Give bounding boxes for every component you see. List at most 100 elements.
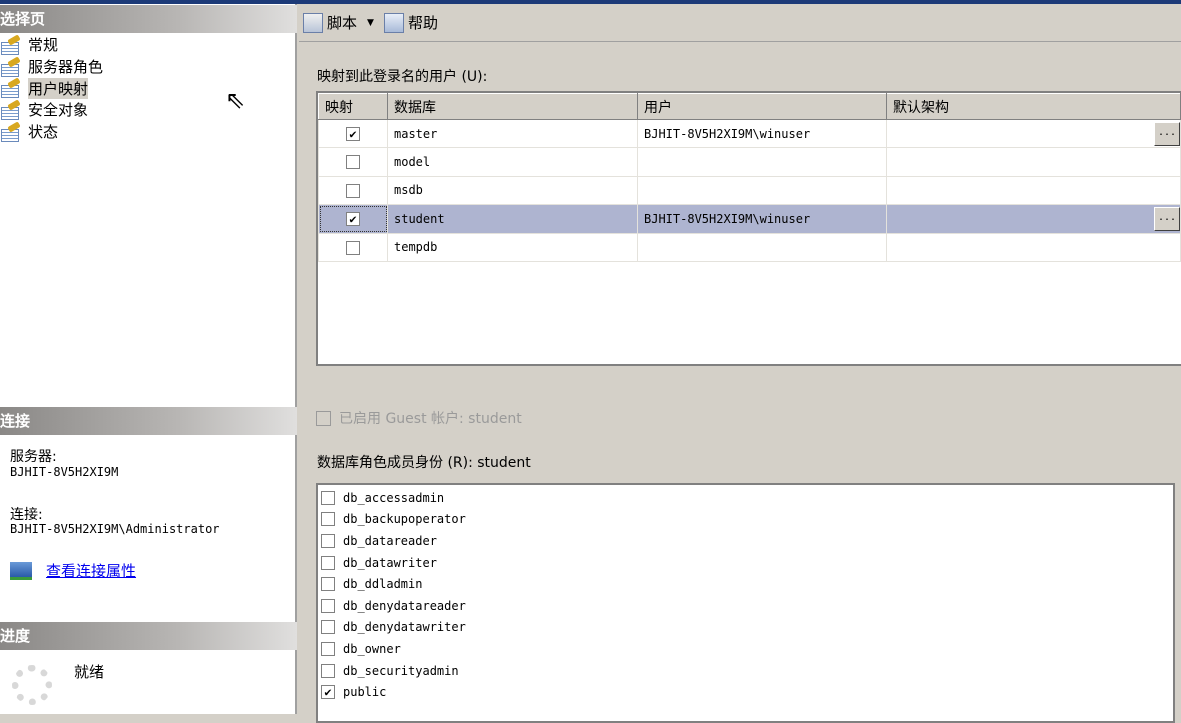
role-name: db_datawriter xyxy=(343,555,437,570)
server-label: 服务器: xyxy=(10,449,57,465)
nav-item-user-mapping[interactable]: 用户映射 xyxy=(0,77,103,99)
help-icon xyxy=(383,12,404,33)
left-panel: 选择页 常规 服务器角色 用户映射 安全对象 状态 ⇖ 连接 服务器: BJHI… xyxy=(0,4,297,714)
nav-item-status[interactable]: 状态 xyxy=(0,121,103,143)
role-name: public xyxy=(343,685,387,700)
table-row[interactable]: tempdb xyxy=(318,232,1181,262)
schema-cell[interactable]: ... xyxy=(886,118,1181,149)
main-panel: 脚本 ▼ 帮助 映射到此登录名的用户 (U): 映射 数据库 用户 默认架构 ✔… xyxy=(299,4,1181,723)
map-checkbox[interactable] xyxy=(346,240,360,255)
page-icon xyxy=(0,79,22,99)
user-cell[interactable]: BJHIT-8V5H2XI9M\winuser xyxy=(637,204,887,234)
browse-schema-button[interactable]: ... xyxy=(1154,207,1180,232)
role-checkbox[interactable] xyxy=(321,620,335,635)
role-item[interactable]: db_securityadmin xyxy=(321,660,1173,682)
connection-value: BJHIT-8V5H2XI9M\Administrator xyxy=(10,522,220,536)
table-row[interactable]: model xyxy=(318,147,1181,177)
role-checkbox[interactable] xyxy=(321,555,335,570)
nav-item-general[interactable]: 常规 xyxy=(0,34,103,56)
database-cell: student xyxy=(387,204,638,234)
page-nav: 常规 服务器角色 用户映射 安全对象 状态 xyxy=(0,34,103,142)
schema-cell[interactable] xyxy=(886,232,1181,262)
database-cell: model xyxy=(387,147,638,177)
role-name: db_denydatawriter xyxy=(343,620,466,635)
database-cell: tempdb xyxy=(387,232,638,262)
role-item[interactable]: db_datawriter xyxy=(321,552,1173,574)
role-checkbox[interactable] xyxy=(321,533,335,548)
role-checkbox[interactable] xyxy=(321,512,335,527)
mapping-label: 映射到此登录名的用户 (U): xyxy=(317,69,488,85)
page-icon xyxy=(0,101,22,120)
guest-label: 已启用 Guest 帐户: student xyxy=(339,411,522,427)
role-item[interactable]: db_datareader xyxy=(321,530,1173,552)
progress-spinner-icon xyxy=(12,665,52,705)
role-name: db_datareader xyxy=(343,533,437,548)
database-roles-list[interactable]: db_accessadmin db_backupoperator db_data… xyxy=(316,483,1175,723)
page-icon xyxy=(0,58,22,77)
user-cell[interactable]: BJHIT-8V5H2XI9M\winuser xyxy=(637,118,887,149)
select-page-header: 选择页 xyxy=(0,5,297,33)
schema-cell[interactable] xyxy=(886,147,1181,177)
schema-cell[interactable]: ... xyxy=(886,204,1181,234)
connection-label: 连接: xyxy=(10,507,43,523)
role-checkbox[interactable] xyxy=(321,641,335,656)
script-dropdown-icon[interactable]: ▼ xyxy=(367,18,374,28)
table-row[interactable]: ✔ master BJHIT-8V5H2XI9M\winuser ... xyxy=(318,118,1181,149)
connection-header: 连接 xyxy=(0,407,297,435)
role-item[interactable]: db_owner xyxy=(321,638,1173,660)
role-item[interactable]: db_ddladmin xyxy=(321,573,1173,595)
role-checkbox[interactable] xyxy=(321,490,335,505)
role-checkbox[interactable] xyxy=(321,663,335,678)
role-checkbox[interactable]: ✔ xyxy=(321,685,335,700)
user-cell[interactable] xyxy=(637,232,887,262)
map-checkbox[interactable] xyxy=(346,155,360,170)
roles-label: 数据库角色成员身份 (R): student xyxy=(317,455,531,471)
role-name: db_backupoperator xyxy=(343,512,466,527)
nav-item-server-roles[interactable]: 服务器角色 xyxy=(0,56,103,78)
view-connection-properties[interactable]: 查看连接属性 xyxy=(10,560,136,581)
role-item[interactable]: db_backupoperator xyxy=(321,509,1173,531)
column-header-database[interactable]: 数据库 xyxy=(387,93,638,120)
role-name: db_denydatareader xyxy=(343,598,466,613)
script-icon xyxy=(303,12,323,33)
user-cell[interactable] xyxy=(637,147,887,177)
role-item[interactable]: ✔ public xyxy=(321,681,1173,703)
page-icon xyxy=(0,123,22,142)
role-name: db_ddladmin xyxy=(343,577,423,592)
role-name: db_owner xyxy=(343,641,401,656)
user-cell[interactable] xyxy=(637,175,887,206)
role-checkbox[interactable] xyxy=(321,598,335,613)
map-checkbox[interactable] xyxy=(346,183,360,198)
nav-item-securables[interactable]: 安全对象 xyxy=(0,99,103,121)
role-item[interactable]: db_denydatawriter xyxy=(321,617,1173,639)
role-name: db_accessadmin xyxy=(343,490,445,505)
browse-schema-button[interactable]: ... xyxy=(1154,122,1180,146)
connection-properties-icon xyxy=(10,561,32,580)
progress-header: 进度 xyxy=(0,622,297,650)
map-checkbox[interactable]: ✔ xyxy=(346,212,360,227)
schema-cell[interactable] xyxy=(886,175,1181,206)
database-cell: msdb xyxy=(387,175,638,206)
mouse-cursor-icon: ⇖ xyxy=(225,86,246,114)
user-mapping-grid[interactable]: 映射 数据库 用户 默认架构 ✔ master BJHIT-8V5H2XI9M\… xyxy=(316,91,1181,366)
role-item[interactable]: db_denydatareader xyxy=(321,595,1173,617)
toolbar: 脚本 ▼ 帮助 xyxy=(299,4,1181,42)
server-value: BJHIT-8V5H2XI9M xyxy=(10,465,119,479)
role-name: db_securityadmin xyxy=(343,663,459,678)
role-checkbox[interactable] xyxy=(321,577,335,592)
help-button[interactable]: 帮助 xyxy=(408,12,438,33)
column-header-user[interactable]: 用户 xyxy=(637,93,887,120)
role-item[interactable]: db_accessadmin xyxy=(321,487,1173,509)
guest-account-option: 已启用 Guest 帐户: student xyxy=(316,408,522,428)
guest-checkbox xyxy=(316,410,331,426)
table-row[interactable]: msdb xyxy=(318,175,1181,206)
column-header-default-schema[interactable]: 默认架构 xyxy=(886,93,1181,120)
column-header-map[interactable]: 映射 xyxy=(318,93,388,120)
script-button[interactable]: 脚本 xyxy=(327,12,357,33)
table-row-selected[interactable]: ✔ student BJHIT-8V5H2XI9M\winuser ... xyxy=(318,204,1181,234)
view-connection-properties-link[interactable]: 查看连接属性 xyxy=(46,560,136,581)
progress-status: 就绪 xyxy=(74,663,105,681)
map-checkbox[interactable]: ✔ xyxy=(346,126,360,141)
database-cell: master xyxy=(387,118,638,149)
page-icon xyxy=(0,36,22,55)
